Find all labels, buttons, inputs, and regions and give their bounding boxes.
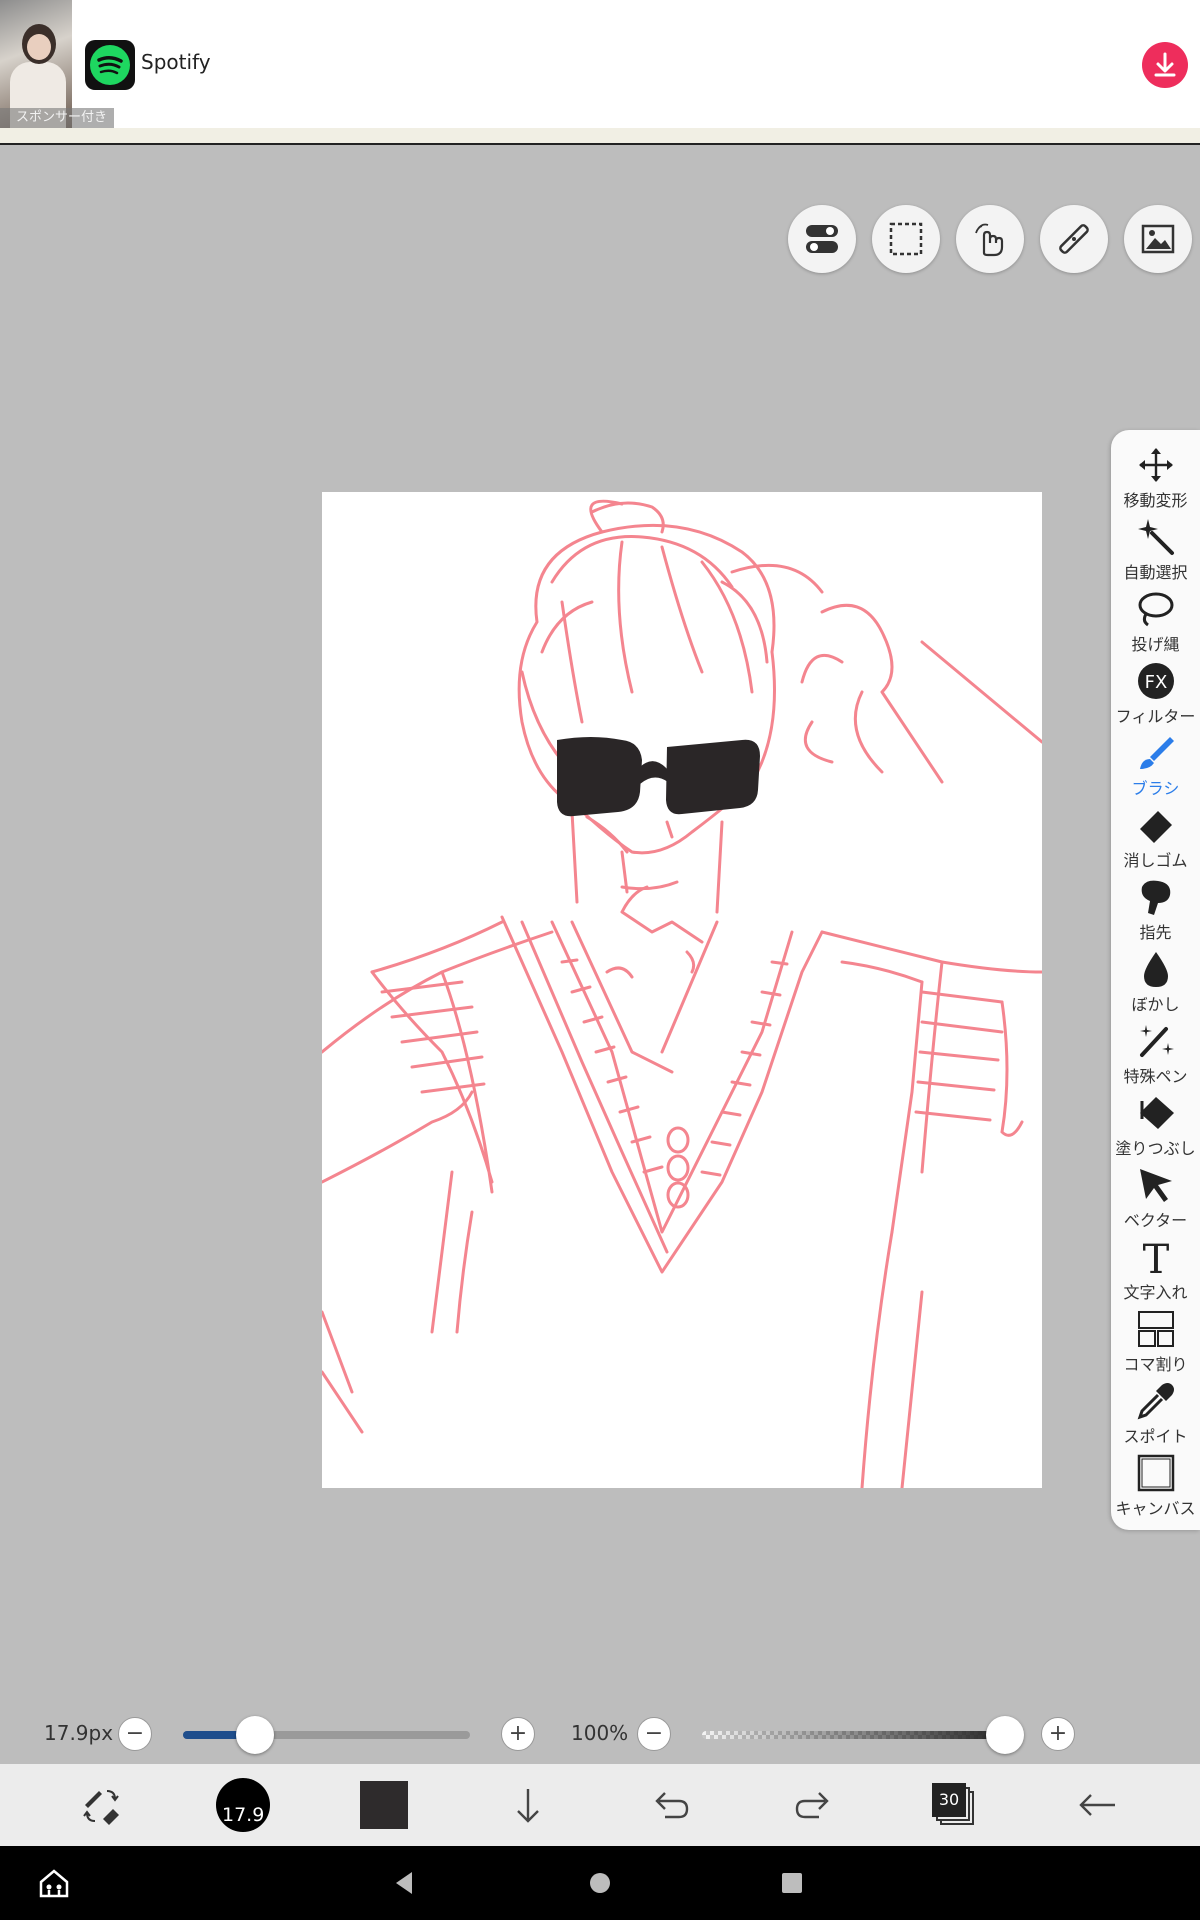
image-material-icon[interactable] bbox=[1124, 205, 1192, 273]
layer-count: 30 bbox=[932, 1783, 966, 1817]
tool-label: キャンバス bbox=[1115, 1499, 1196, 1518]
tool-text[interactable]: T 文字入れ bbox=[1111, 1236, 1200, 1308]
spotify-logo-icon[interactable] bbox=[85, 40, 135, 90]
download-arrow-icon[interactable] bbox=[488, 1764, 568, 1846]
tool-label: 塗りつぶし bbox=[1115, 1139, 1196, 1158]
selection-rect-icon[interactable] bbox=[872, 205, 940, 273]
brush-size-plus-button[interactable]: + bbox=[501, 1717, 535, 1751]
tool-fill[interactable]: 塗りつぶし bbox=[1111, 1092, 1200, 1164]
layers-button[interactable]: 30 bbox=[914, 1764, 994, 1846]
tool-label: フィルター bbox=[1115, 707, 1196, 726]
redo-icon[interactable] bbox=[773, 1764, 853, 1846]
brush-size-slider[interactable] bbox=[183, 1731, 470, 1739]
tool-lasso[interactable]: 投げ縄 bbox=[1111, 588, 1200, 660]
brush-size-minus-button[interactable]: − bbox=[118, 1717, 152, 1751]
toggle-icon[interactable] bbox=[788, 205, 856, 273]
sponsor-label: スポンサー付き bbox=[0, 108, 114, 128]
tool-brush[interactable]: ブラシ bbox=[1111, 732, 1200, 804]
system-navigation-bar bbox=[0, 1846, 1200, 1920]
tool-label: 投げ縄 bbox=[1131, 635, 1180, 654]
tool-panel[interactable]: コマ割り bbox=[1111, 1308, 1200, 1380]
drop-icon bbox=[1135, 948, 1177, 990]
current-color-swatch bbox=[360, 1781, 408, 1829]
svg-text:T: T bbox=[1142, 1237, 1169, 1277]
bottom-toolbar: 17.9 30 bbox=[0, 1764, 1200, 1846]
slider-row: 17.9px − + 100% − + bbox=[0, 1705, 1200, 1761]
ruler-icon[interactable] bbox=[1040, 205, 1108, 273]
opacity-slider[interactable] bbox=[702, 1731, 1005, 1739]
svg-text:FX: FX bbox=[1144, 672, 1167, 693]
layers-icon: 30 bbox=[932, 1783, 976, 1827]
tool-filter[interactable]: FX フィルター bbox=[1111, 660, 1200, 732]
bucket-icon bbox=[1135, 1092, 1177, 1134]
ad-thumbnail-face bbox=[27, 34, 51, 60]
back-arrow-icon[interactable] bbox=[1057, 1764, 1137, 1846]
tool-move[interactable]: 移動変形 bbox=[1111, 444, 1200, 516]
magic-wand-icon bbox=[1135, 516, 1177, 558]
ad-title[interactable]: Spotify bbox=[141, 50, 211, 74]
opacity-knob[interactable] bbox=[986, 1716, 1024, 1754]
app-home-icon[interactable] bbox=[24, 1846, 84, 1920]
opacity-value: 100% bbox=[571, 1721, 629, 1745]
drawing-canvas[interactable] bbox=[322, 492, 1042, 1488]
eyedropper-icon bbox=[1135, 1380, 1177, 1422]
brush-size-value: 17.9px bbox=[44, 1721, 114, 1745]
brush-size-knob[interactable] bbox=[235, 1716, 274, 1754]
opacity-minus-button[interactable]: − bbox=[637, 1717, 671, 1751]
download-icon[interactable] bbox=[1142, 42, 1188, 88]
text-icon: T bbox=[1135, 1236, 1177, 1278]
ad-banner[interactable]: スポンサー付き Spotify bbox=[0, 0, 1200, 145]
tool-label: ぼかし bbox=[1131, 995, 1180, 1014]
tool-label: 文字入れ bbox=[1123, 1283, 1188, 1302]
tool-label: ベクター bbox=[1123, 1211, 1188, 1230]
tool-blur[interactable]: ぼかし bbox=[1111, 948, 1200, 1020]
brush-size-button[interactable]: 17.9 bbox=[203, 1764, 283, 1846]
tool-label: 消しゴム bbox=[1123, 851, 1188, 870]
nav-home-icon[interactable] bbox=[570, 1846, 630, 1920]
tool-label: ブラシ bbox=[1131, 779, 1180, 798]
tool-eyedropper[interactable]: スポイト bbox=[1111, 1380, 1200, 1452]
tool-label: 自動選択 bbox=[1123, 563, 1188, 582]
eraser-icon bbox=[1135, 804, 1177, 846]
tool-palette: 移動変形 自動選択 投げ縄 FX フィルター ブラシ 消しゴム 指先 ぼかし 特… bbox=[1111, 430, 1200, 1530]
tool-canvas[interactable]: キャンバス bbox=[1111, 1452, 1200, 1524]
move-icon bbox=[1135, 444, 1177, 486]
tool-finger[interactable]: 指先 bbox=[1111, 876, 1200, 948]
sparkle-pen-icon bbox=[1135, 1020, 1177, 1062]
tool-label: 指先 bbox=[1139, 923, 1172, 942]
opacity-plus-button[interactable]: + bbox=[1041, 1717, 1075, 1751]
finger-icon bbox=[1135, 876, 1177, 918]
color-swatch-button[interactable] bbox=[344, 1764, 424, 1846]
brush-eraser-swap-icon[interactable] bbox=[61, 1764, 141, 1846]
tool-label: スポイト bbox=[1123, 1427, 1188, 1446]
tool-label: 移動変形 bbox=[1123, 491, 1188, 510]
cursor-icon bbox=[1135, 1164, 1177, 1206]
tool-auto-select[interactable]: 自動選択 bbox=[1111, 516, 1200, 588]
tool-eraser[interactable]: 消しゴム bbox=[1111, 804, 1200, 876]
canvas-icon bbox=[1135, 1452, 1177, 1494]
tool-label: 特殊ペン bbox=[1123, 1067, 1188, 1086]
brush-size-badge: 17.9 bbox=[222, 1804, 265, 1826]
nav-recents-icon[interactable] bbox=[762, 1846, 822, 1920]
tool-label: コマ割り bbox=[1123, 1355, 1188, 1374]
nav-back-icon[interactable] bbox=[375, 1846, 435, 1920]
tool-vector[interactable]: ベクター bbox=[1111, 1164, 1200, 1236]
tool-special-pen[interactable]: 特殊ペン bbox=[1111, 1020, 1200, 1092]
fx-icon: FX bbox=[1135, 660, 1177, 702]
hand-touch-icon[interactable] bbox=[956, 205, 1024, 273]
panel-icon bbox=[1135, 1308, 1177, 1350]
ad-strip bbox=[0, 128, 1200, 143]
lasso-icon bbox=[1135, 588, 1177, 630]
undo-icon[interactable] bbox=[631, 1764, 711, 1846]
brush-icon bbox=[1135, 732, 1177, 774]
